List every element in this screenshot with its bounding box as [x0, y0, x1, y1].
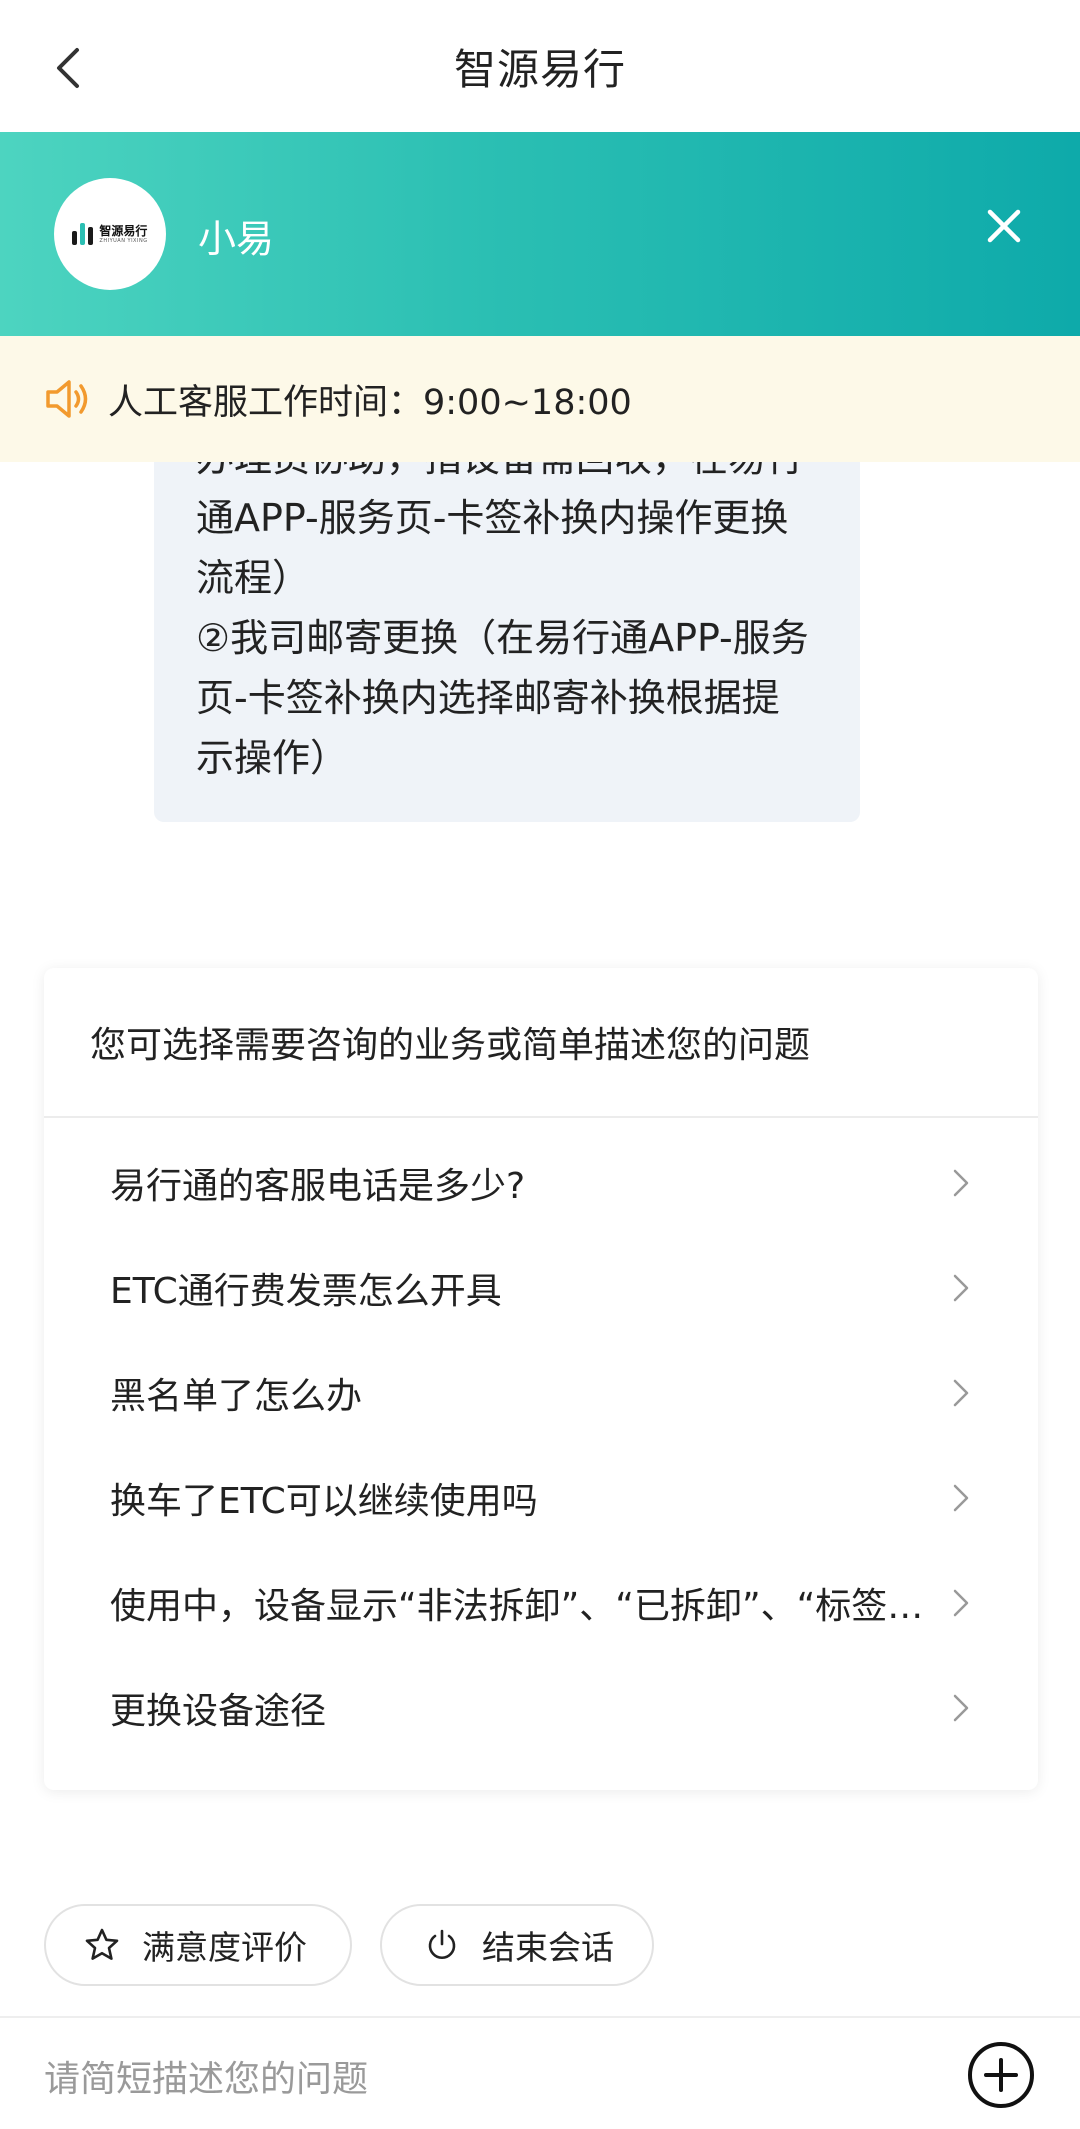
message-line: 示操作）: [196, 736, 349, 780]
message-line: 办理员协助，指设备需回收，在易行: [196, 462, 824, 488]
message-input[interactable]: [44, 2044, 924, 2114]
brand-logo: 智源易行 ZHIYUAN YIXING: [99, 224, 147, 245]
faq-card: 您可选择需要咨询的业务或简单描述您的问题 易行通的客服电话是多少? ETC通行费…: [44, 968, 1038, 1790]
agent-name: 小易: [198, 217, 275, 261]
faq-item-label: 换车了ETC可以继续使用吗: [110, 1480, 538, 1522]
agent-banner: 智源易行 ZHIYUAN YIXING 小易: [0, 132, 1080, 336]
end-session-button[interactable]: 结束会话: [380, 1904, 654, 1986]
faq-list: 易行通的客服电话是多少? ETC通行费发票怎么开具 黑名单了怎么办 换车了ETC…: [44, 1118, 1038, 1760]
logo-text: 智源易行: [99, 223, 148, 238]
agent-avatar: 智源易行 ZHIYUAN YIXING: [54, 178, 166, 290]
agent-message-bubble: 办理员协助，指设备需回收，在易行 通APP-服务页-卡签补换内操作更换 流程） …: [154, 462, 860, 822]
message-line: 页-卡签补换内选择邮寄补换根据提: [196, 676, 780, 720]
logo-subtext: ZHIYUAN YIXING: [99, 237, 148, 244]
chevron-right-icon: [953, 1379, 969, 1406]
faq-item[interactable]: 使用中，设备显示“非法拆卸”、“已拆卸”、“标签…: [44, 1550, 1038, 1655]
chevron-right-icon: [953, 1274, 969, 1301]
chevron-right-icon: [953, 1589, 969, 1616]
chevron-right-icon: [953, 1169, 969, 1196]
faq-item-label: 更换设备途径: [110, 1690, 327, 1732]
plus-circle-icon[interactable]: [966, 2040, 1036, 2110]
top-nav-bar: 智源易行: [0, 0, 1080, 132]
notice-text: 人工客服工作时间：9:00~18:00: [108, 382, 632, 423]
message-line: 流程）: [196, 556, 311, 600]
chat-messages[interactable]: 办理员协助，指设备需回收，在易行 通APP-服务页-卡签补换内操作更换 流程） …: [0, 462, 1080, 1862]
quick-actions: 满意度评价 结束会话: [0, 1904, 1080, 1988]
faq-item[interactable]: 黑名单了怎么办: [44, 1340, 1038, 1445]
faq-item[interactable]: 易行通的客服电话是多少?: [44, 1130, 1038, 1235]
faq-item-label: 使用中，设备显示“非法拆卸”、“已拆卸”、“标签…: [110, 1585, 924, 1627]
faq-item-label: ETC通行费发票怎么开具: [110, 1270, 502, 1312]
faq-item[interactable]: 更换设备途径: [44, 1655, 1038, 1760]
end-session-label: 结束会话: [482, 1928, 614, 1967]
message-input-bar: [0, 2016, 1080, 2129]
chevron-left-icon: [57, 48, 79, 88]
star-icon: [85, 1928, 119, 1960]
service-hours-notice: 人工客服工作时间：9:00~18:00: [0, 336, 1080, 462]
faq-header: 您可选择需要咨询的业务或简单描述您的问题: [44, 968, 1038, 1118]
logo-mark-icon: [72, 223, 94, 245]
page-title: 智源易行: [453, 44, 626, 94]
faq-item-label: 易行通的客服电话是多少?: [110, 1165, 526, 1207]
faq-item-label: 黑名单了怎么办: [110, 1375, 363, 1417]
chevron-right-icon: [953, 1484, 969, 1511]
close-button[interactable]: [976, 198, 1032, 254]
message-line: 通APP-服务页-卡签补换内操作更换: [196, 496, 789, 540]
close-icon: [987, 209, 1021, 243]
chevron-right-icon: [953, 1694, 969, 1721]
satisfaction-rating-label: 满意度评价: [142, 1928, 307, 1967]
satisfaction-rating-button[interactable]: 满意度评价: [44, 1904, 352, 1986]
message-line: ②我司邮寄更换（在易行通APP-服务: [196, 616, 809, 660]
back-button[interactable]: [40, 40, 96, 96]
faq-item[interactable]: 换车了ETC可以继续使用吗: [44, 1445, 1038, 1550]
power-icon: [428, 1929, 456, 1959]
speaker-icon: [46, 380, 88, 418]
faq-item[interactable]: ETC通行费发票怎么开具: [44, 1235, 1038, 1340]
